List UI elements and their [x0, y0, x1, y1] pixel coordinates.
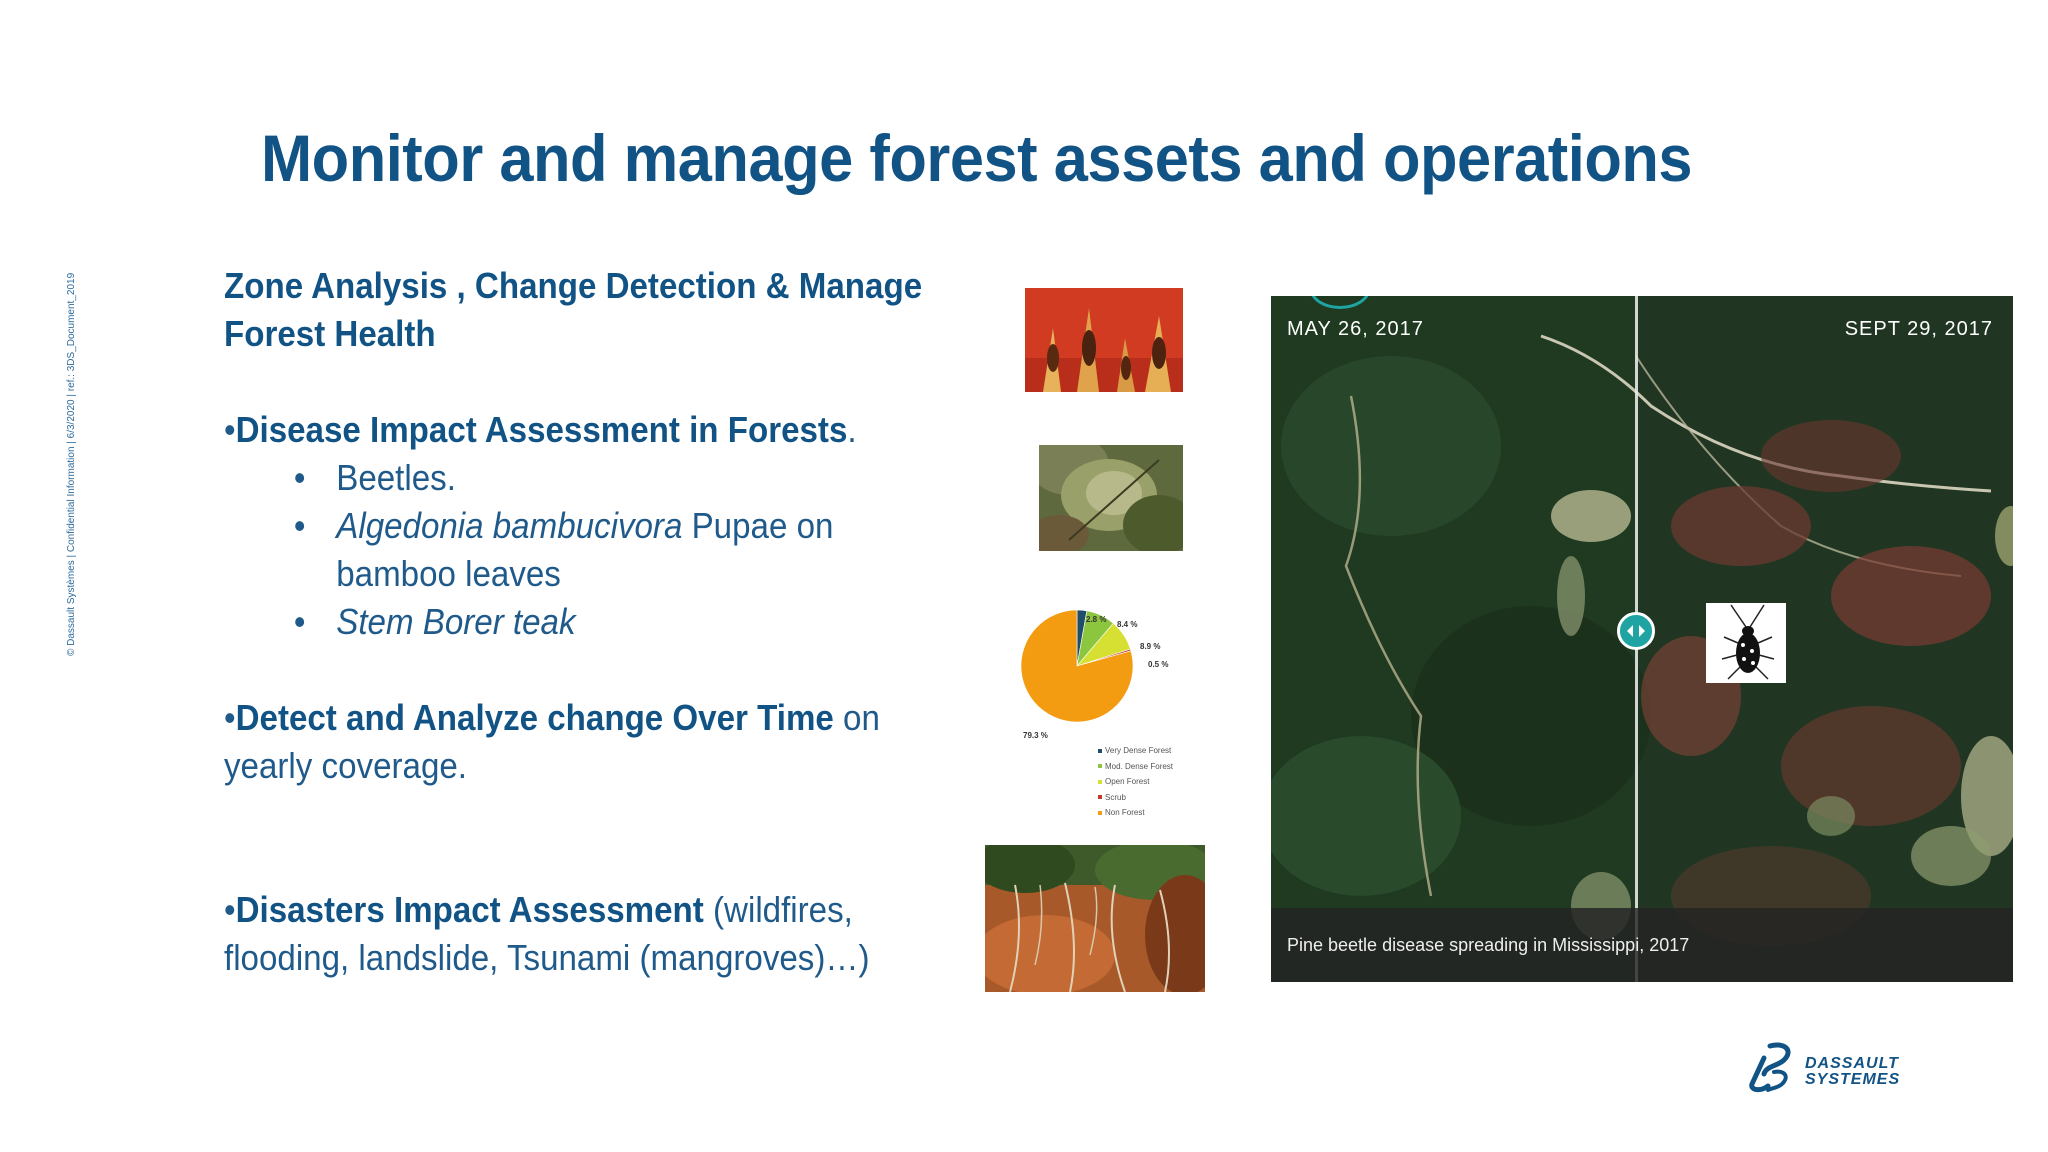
content-text: Zone Analysis , Change Detection & Manag… — [224, 262, 923, 982]
logo-line2: SYSTEMES — [1805, 1071, 1901, 1088]
beetle-icon — [1721, 604, 1775, 680]
satellite-comparison: MAY 26, 2017 SEPT 29, 2017 Pine beetle d… — [1271, 296, 2013, 982]
legend-item: Mod. Dense Forest — [1098, 759, 1173, 775]
beetle-inset — [1706, 603, 1786, 683]
pupae-photo — [1025, 288, 1183, 392]
caption-text: Pine beetle disease spreading in Mississ… — [1287, 934, 1690, 955]
disasters-title: Disasters Impact Assessment — [235, 889, 704, 930]
forest-cover-pie-chart: 2.8 % 8.4 % 8.9 % 0.5 % 79.3 % Very Dens… — [1018, 608, 1208, 826]
pie-label-non-forest: 79.3 % — [1023, 731, 1048, 740]
disease-bullet: •Disease Impact Assessment in Forests. — [224, 406, 923, 454]
disease-sub-list: • Beetles. • Algedonia bambucivora Pupae… — [224, 454, 923, 646]
slide: Monitor and manage forest assets and ope… — [0, 0, 2048, 1152]
comparison-slider-handle[interactable] — [1617, 612, 1655, 650]
logo-line1: DASSAULT — [1805, 1055, 1899, 1072]
item-text: Beetles. — [336, 457, 456, 498]
disease-suffix: . — [847, 409, 857, 450]
legend-item: Scrub — [1098, 790, 1173, 806]
pie-label-mod-dense: 8.4 % — [1117, 620, 1138, 629]
bullet-glyph: • — [224, 889, 236, 930]
dassault-logo-icon — [1749, 1042, 1791, 1093]
disease-title: Disease Impact Assessment in Forests — [235, 409, 848, 450]
date-after: SEPT 29, 2017 — [1844, 318, 1993, 340]
landslide-photo — [985, 845, 1205, 992]
section-heading: Zone Analysis , Change Detection & Manag… — [224, 265, 923, 354]
list-item-algedonia: • Algedonia bambucivora Pupae on bamboo … — [294, 502, 923, 598]
disasters-bullet: •Disasters Impact Assessment (wildfires,… — [224, 886, 923, 982]
slider-arrows-icon — [1627, 625, 1645, 637]
date-before: MAY 26, 2017 — [1287, 318, 1424, 340]
detect-title: Detect and Analyze change Over Time — [235, 697, 834, 738]
list-item-stem-borer: • Stem Borer teak — [294, 598, 923, 646]
logo-text: DASSAULT SYSTEMES — [1805, 1056, 1900, 1088]
pie-legend: Very Dense Forest Mod. Dense Forest Open… — [1098, 743, 1173, 821]
bullet-glyph: • — [224, 697, 236, 738]
bullet-glyph: • — [224, 409, 236, 450]
list-item-beetles: • Beetles. — [294, 454, 923, 502]
item-italic: Algedonia bambucivora — [336, 505, 683, 546]
slide-title: Monitor and manage forest assets and ope… — [261, 121, 1693, 195]
legend-item: Very Dense Forest — [1098, 743, 1173, 759]
item-italic: Stem Borer teak — [336, 601, 576, 642]
detect-bullet: •Detect and Analyze change Over Time on … — [224, 694, 923, 790]
satellite-caption: Pine beetle disease spreading in Mississ… — [1271, 908, 2013, 982]
sub-bullet: • — [293, 457, 306, 498]
confidential-note: © Dassault Systèmes | Confidential Infor… — [66, 272, 77, 656]
teak-leaf-photo — [1039, 445, 1183, 551]
pie-label-scrub: 0.5 % — [1148, 660, 1169, 669]
sub-bullet: • — [293, 505, 306, 546]
sub-bullet: • — [293, 601, 306, 642]
dassault-logo: DASSAULT SYSTEMES — [1744, 1040, 1944, 1096]
pie-label-very-dense: 2.8 % — [1086, 615, 1107, 624]
legend-item: Open Forest — [1098, 774, 1173, 790]
pie-label-open: 8.9 % — [1140, 642, 1161, 651]
legend-item: Non Forest — [1098, 805, 1173, 821]
